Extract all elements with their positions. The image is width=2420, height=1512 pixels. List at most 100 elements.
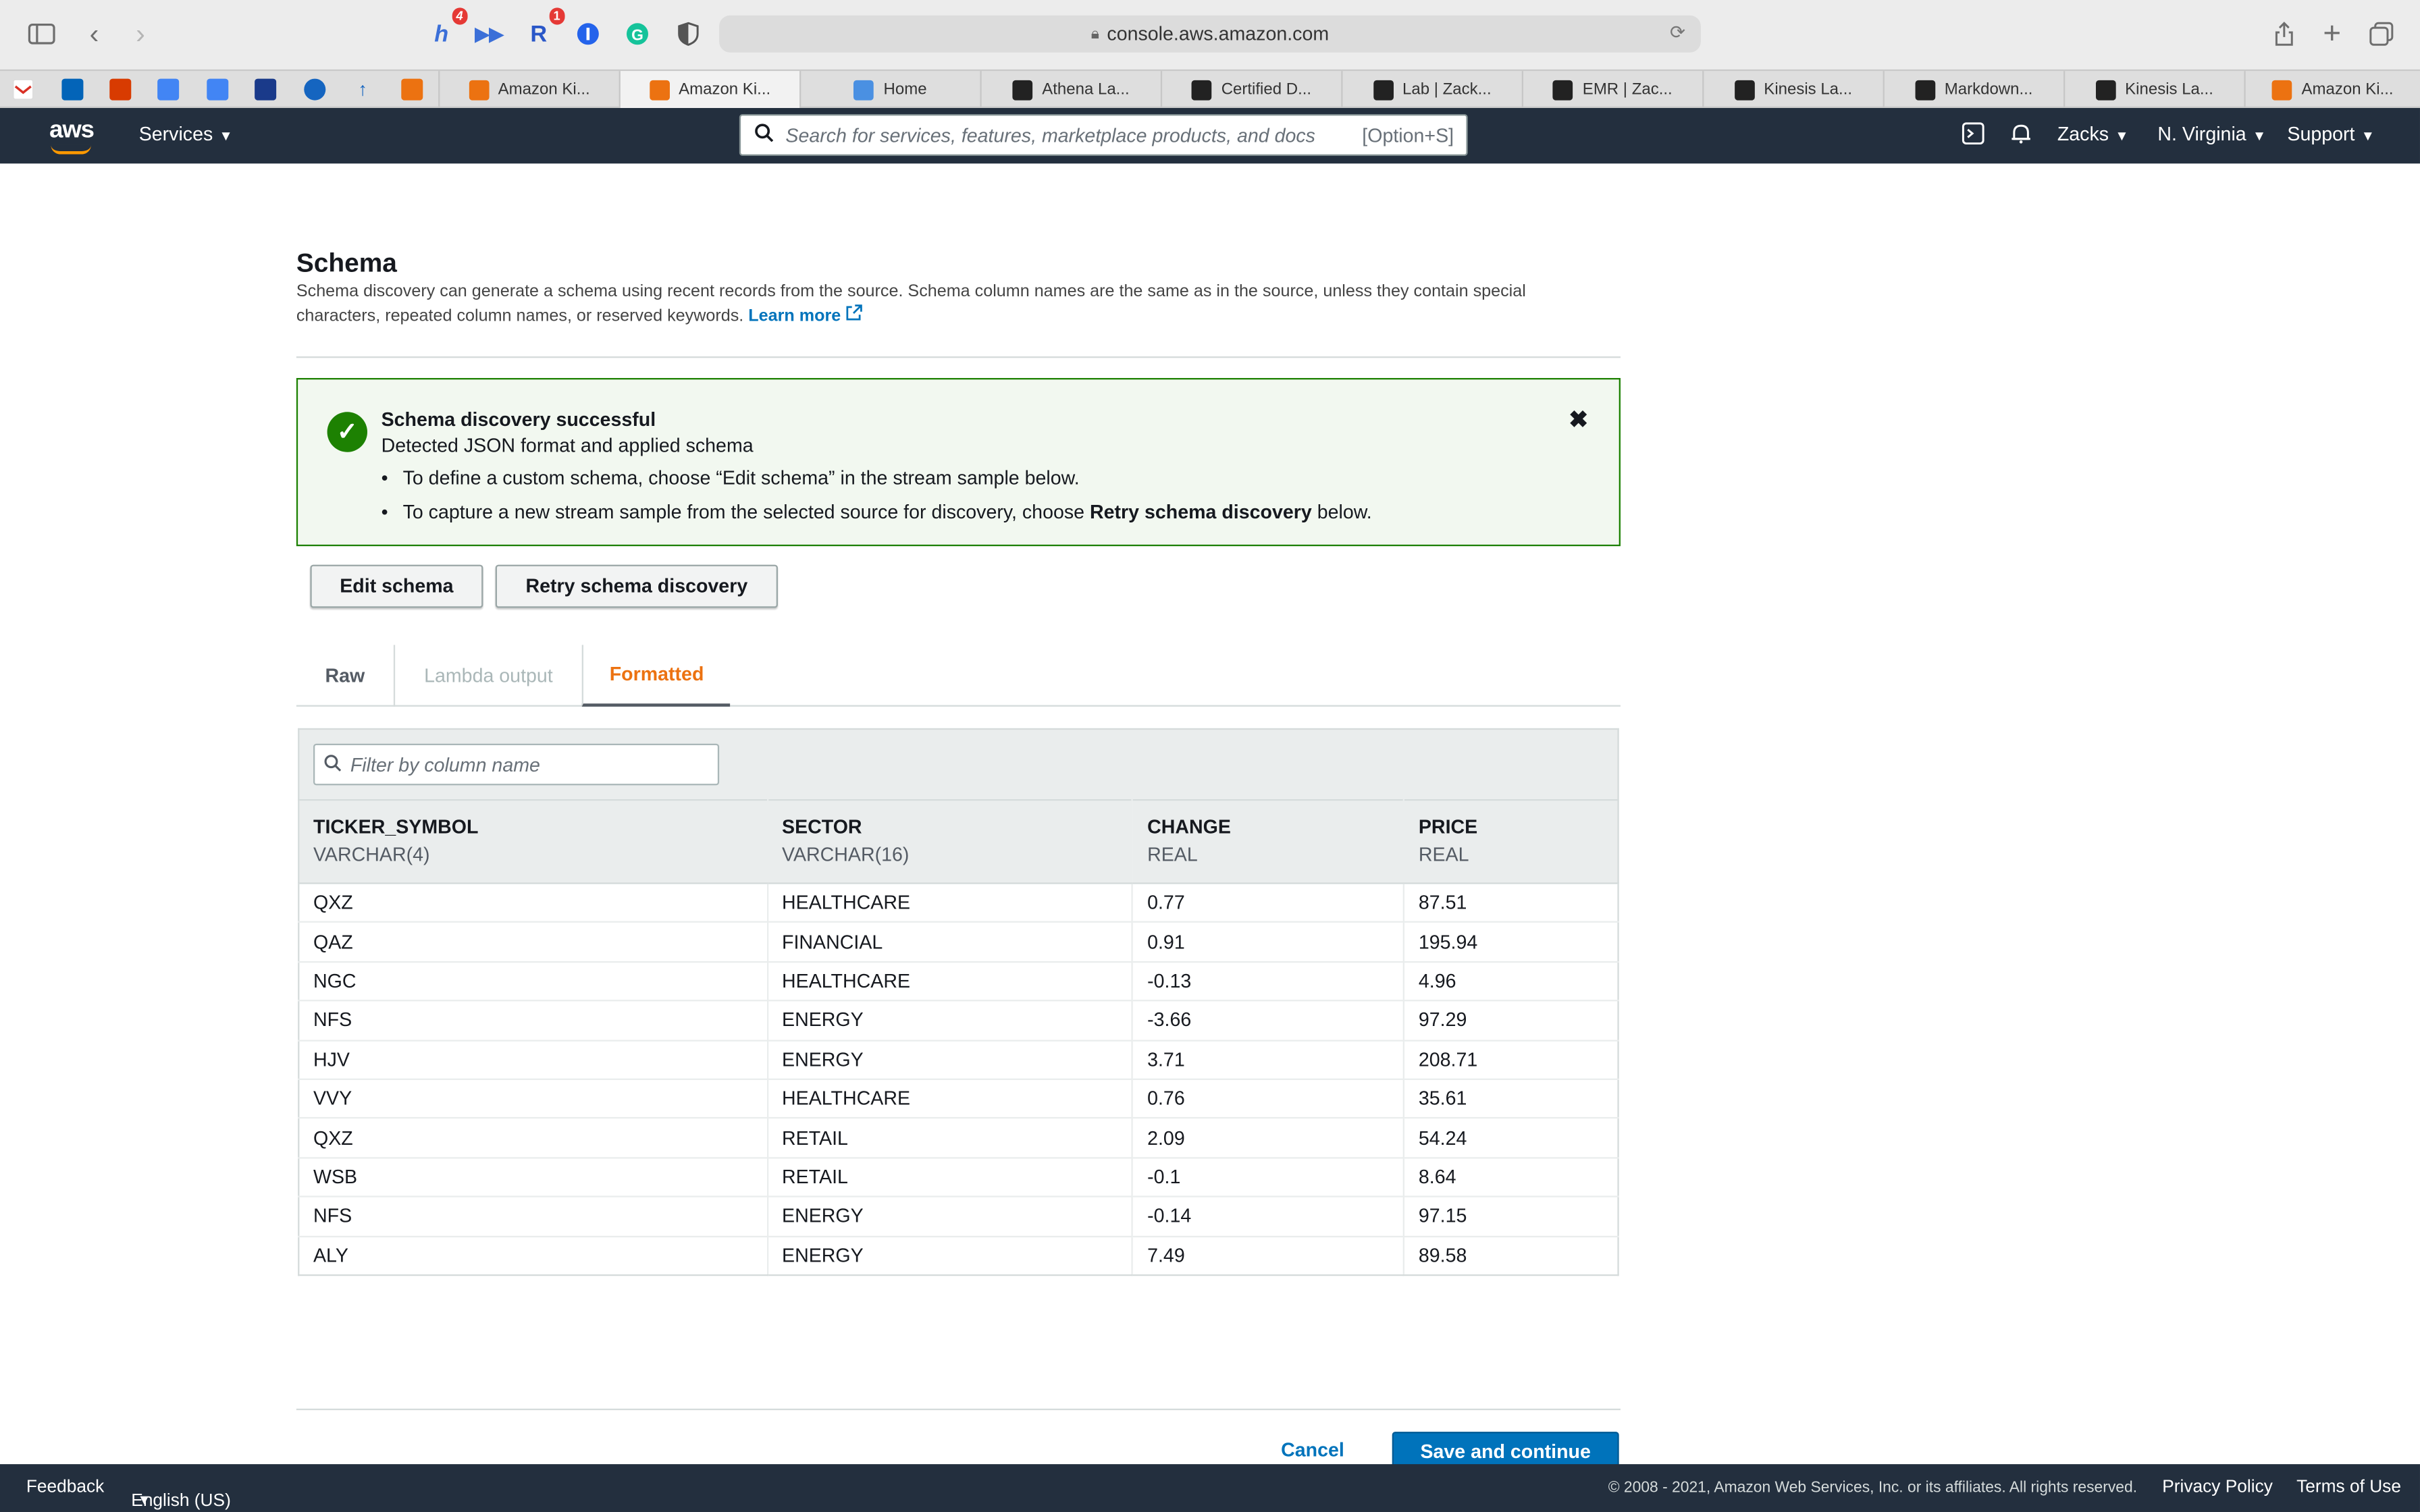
table-cell: 97.29 [1404, 1000, 1619, 1041]
table-row: NFS ENERGY -0.14 97.15 [298, 1195, 1619, 1237]
browser-tab-active[interactable]: Amazon Ki... [619, 71, 799, 108]
services-menu[interactable]: Services ▼ [139, 124, 233, 145]
caret-down-icon: ▼ [219, 128, 233, 144]
terms-of-use-link[interactable]: Terms of Use [2296, 1478, 2401, 1496]
browser-tab[interactable]: Amazon Ki... [438, 71, 619, 108]
password-manager-icon[interactable] [571, 17, 605, 51]
table-cell: -0.13 [1132, 961, 1405, 1002]
gmail-icon[interactable] [12, 78, 34, 101]
address-bar[interactable]: 🔒︎ console.aws.amazon.com ⟳ [719, 15, 1701, 53]
browser-tab[interactable]: Certified D... [1160, 71, 1341, 108]
table-cell: ENERGY [767, 1000, 1134, 1041]
browser-tab[interactable]: Athena La... [980, 71, 1160, 108]
aws-top-nav: aws Services ▼ Search for services, featu… [0, 107, 2420, 164]
table-cell: HEALTHCARE [767, 882, 1134, 923]
tab-lambda-output[interactable]: Lambda output [393, 645, 582, 707]
bookmark-circle-icon[interactable] [304, 78, 326, 101]
edit-schema-button[interactable]: Edit schema [310, 564, 483, 608]
table-cell: 4.96 [1404, 961, 1619, 1002]
support-menu[interactable]: Support ▼ [2287, 124, 2375, 145]
r-extension-icon[interactable]: R1 [522, 7, 565, 51]
table-row: NGC HEALTHCARE -0.13 4.96 [298, 961, 1619, 1002]
notifications-bell-icon[interactable] [2009, 122, 2032, 150]
share-icon[interactable] [2267, 17, 2301, 51]
table-cell: 87.51 [1404, 882, 1619, 923]
table-cell: 208.71 [1404, 1039, 1619, 1080]
table-cell: HEALTHCARE [767, 1078, 1134, 1119]
cancel-button[interactable]: Cancel [1281, 1440, 1344, 1461]
table-row: ALY ENERGY 7.49 89.58 [298, 1235, 1619, 1276]
table-row: QXZ RETAIL 2.09 54.24 [298, 1117, 1619, 1158]
alert-bullet: To capture a new stream sample from the … [382, 495, 1372, 529]
browser-tab[interactable]: Markdown... [1883, 71, 2063, 108]
browser-tab[interactable]: Home [799, 71, 980, 108]
schema-heading: Schema [296, 248, 397, 278]
cloudshell-icon[interactable] [1962, 122, 1984, 150]
sample-tabs: Raw Lambda output Formatted [296, 645, 1621, 707]
filter-panel: Filter by column name [298, 728, 1619, 799]
privacy-policy-link[interactable]: Privacy Policy [2162, 1478, 2273, 1496]
google-translate-icon[interactable] [157, 78, 180, 101]
aws-logo[interactable]: aws [49, 117, 95, 145]
formatted-data-table: TICKER_SYMBOL VARCHAR(4) SECTOR VARCHAR(16… [298, 799, 1619, 1276]
retry-schema-discovery-button[interactable]: Retry schema discovery [495, 564, 778, 608]
tab-raw[interactable]: Raw [296, 645, 394, 706]
search-icon [324, 754, 342, 776]
tab-overview-icon[interactable] [2365, 17, 2398, 51]
table-cell: 54.24 [1404, 1117, 1619, 1158]
table-cell: ALY [298, 1235, 768, 1276]
grammarly-icon[interactable]: G [621, 17, 654, 51]
table-cell: NFS [298, 1195, 768, 1237]
url-text: console.aws.amazon.com [1107, 23, 1330, 45]
svg-text:G: G [631, 26, 643, 43]
table-cell: 3.71 [1132, 1039, 1405, 1080]
table-cell: NFS [298, 1000, 768, 1041]
office-icon[interactable] [109, 78, 132, 101]
aws-cube-icon[interactable] [401, 78, 423, 101]
privacy-shield-icon[interactable] [671, 17, 705, 51]
browser-tab[interactable]: Kinesis La... [1702, 71, 1883, 108]
back-icon[interactable]: ‹ [77, 17, 111, 51]
video-extension-icon[interactable]: ▶▶ [472, 17, 506, 51]
aws-search-input[interactable]: Search for services, features, marketpla… [739, 114, 1468, 156]
table-cell: -0.1 [1132, 1156, 1405, 1198]
google-translate-icon-2[interactable] [207, 78, 229, 101]
tab-formatted[interactable]: Formatted [581, 645, 731, 707]
feedback-link[interactable]: Feedback [26, 1478, 104, 1496]
table-row: WSB RETAIL -0.1 8.64 [298, 1156, 1619, 1198]
table-cell: 7.49 [1132, 1235, 1405, 1276]
copyright-text: © 2008 - 2021, Amazon Web Services, Inc.… [1608, 1479, 2138, 1497]
close-icon[interactable]: ✖ [1569, 406, 1588, 433]
table-cell: -3.66 [1132, 1000, 1405, 1041]
filter-column-input[interactable]: Filter by column name [313, 743, 720, 786]
browser-tab[interactable]: Lab | Zack... [1341, 71, 1521, 108]
bookmark-icon[interactable] [255, 78, 277, 101]
table-cell: ENERGY [767, 1235, 1134, 1276]
honey-extension-icon[interactable]: h4 [425, 7, 468, 51]
learn-more-link[interactable]: Learn more [748, 304, 862, 325]
browser-tab[interactable]: Kinesis La... [2063, 71, 2244, 108]
dark-square-icon [1734, 79, 1755, 100]
search-placeholder: Search for services, features, marketpla… [785, 124, 1315, 146]
account-menu[interactable]: Zacks ▼ [2057, 124, 2129, 145]
arrow-up-icon[interactable]: ↑ [352, 79, 373, 101]
outlook-icon[interactable] [61, 78, 84, 101]
sidebar-toggle-icon[interactable] [25, 17, 59, 51]
lock-icon: 🔒︎ [1090, 25, 1099, 43]
caret-down-icon: ▼ [2361, 128, 2375, 144]
table-cell: RETAIL [767, 1117, 1134, 1158]
translate-reload-icon[interactable]: ⟳ [1670, 22, 1685, 43]
forward-icon[interactable]: › [124, 17, 157, 51]
aws-cube-icon [649, 79, 670, 100]
browser-tab[interactable]: Amazon Ki... [2244, 71, 2420, 108]
caret-down-icon: ▼ [137, 1492, 151, 1508]
table-cell: 0.77 [1132, 882, 1405, 923]
filter-placeholder: Filter by column name [350, 753, 540, 776]
column-header: TICKER_SYMBOL VARCHAR(4) [298, 799, 768, 884]
console-footer: Feedback English (US) ▼ © 2008 - 2021, Am… [0, 1464, 2420, 1512]
browser-tab[interactable]: EMR | Zac... [1521, 71, 1702, 108]
new-tab-icon[interactable]: + [2315, 16, 2349, 51]
region-menu[interactable]: N. Virginia ▼ [2157, 124, 2266, 145]
caret-down-icon: ▼ [2252, 128, 2267, 144]
table-cell: FINANCIAL [767, 921, 1134, 963]
